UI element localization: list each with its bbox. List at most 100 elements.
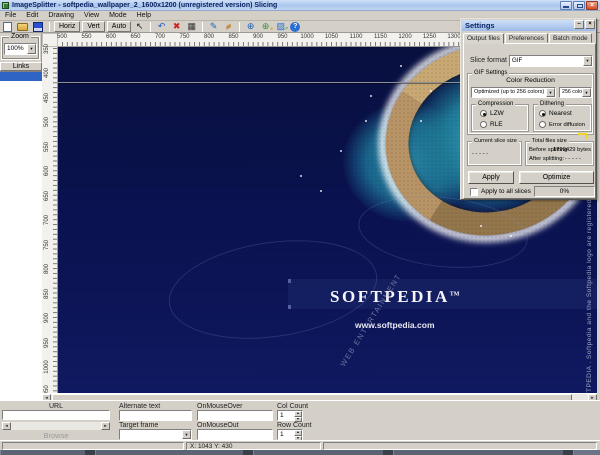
palette-select[interactable]: Optimized (up to 256 colors) ▼ <box>471 87 556 98</box>
links-selected-item[interactable] <box>0 72 42 81</box>
onmouseout-label: OnMouseOut <box>197 422 239 429</box>
chevron-down-icon[interactable]: ▼ <box>546 88 555 97</box>
chevron-down-icon[interactable]: ▼ <box>582 88 591 97</box>
scroll-left-icon[interactable]: ◄ <box>2 422 11 430</box>
compression-group: Compression LZW RLE <box>471 101 529 132</box>
title-bar[interactable]: ImageSplitter - softpedia_wallpaper_2_16… <box>0 0 600 11</box>
auto-split-button[interactable]: Auto <box>106 21 132 32</box>
boat-speck <box>510 235 512 237</box>
alternate-text-input[interactable] <box>119 410 192 421</box>
delete-slice-icon[interactable]: ✖ <box>169 21 184 32</box>
ruler-tick-700: 700 <box>44 215 50 226</box>
menu-item-file[interactable]: File <box>0 12 21 19</box>
chevron-down-icon[interactable]: ▼ <box>182 430 191 439</box>
radio-rle[interactable]: RLE <box>480 121 503 129</box>
zoom-select[interactable]: 100% ▼ <box>4 43 37 55</box>
horiz-split-button[interactable]: Horiz <box>54 21 81 32</box>
ruler-tick-400: 400 <box>44 68 50 79</box>
boat-speck <box>320 190 322 192</box>
radio-error-diffusion[interactable]: Error diffusion <box>539 121 585 129</box>
preview-export-icon[interactable]: ▨ ↗ <box>273 21 288 32</box>
zoom-group: Zoom 100% ▼ <box>1 33 40 60</box>
ruler-tick-600: 600 <box>44 166 50 177</box>
status-cell <box>2 442 184 450</box>
menu-item-view[interactable]: View <box>79 12 104 19</box>
tab-output-files[interactable]: Output files <box>463 33 504 44</box>
onmouseout-input[interactable] <box>197 429 273 440</box>
ruler-tick-550: 550 <box>44 141 50 152</box>
help-icon[interactable]: ? <box>290 21 301 32</box>
apply-all-checkbox[interactable] <box>470 188 478 196</box>
menu-item-drawing[interactable]: Drawing <box>43 12 79 19</box>
col-count-stepper[interactable]: 1 ▲ ▼ <box>277 410 303 422</box>
horizontal-scrollbar[interactable]: ◄ ► <box>42 393 597 401</box>
grid-icon[interactable]: ▦ <box>184 21 199 32</box>
slice-format-label: Slice format <box>470 57 507 64</box>
menu-item-mode[interactable]: Mode <box>104 12 132 19</box>
radio-icon <box>539 110 546 117</box>
undo-icon[interactable]: ↶ <box>154 21 169 32</box>
ruler-tick-1200: 1200 <box>398 34 412 40</box>
boat-speck <box>400 65 402 67</box>
taskbar-button[interactable] <box>95 450 243 455</box>
taskbar-button[interactable] <box>0 450 85 455</box>
slice-format-select[interactable]: GIF ▼ <box>509 55 593 67</box>
window-close-button[interactable]: × <box>586 1 598 10</box>
colors-count-select[interactable]: 256 colors ▼ <box>559 87 592 98</box>
window-minimize-button[interactable] <box>560 1 572 10</box>
tab-preferences[interactable]: Preferences <box>504 33 548 43</box>
window-restore-button[interactable] <box>573 1 585 10</box>
taskbar-button[interactable] <box>253 450 383 455</box>
links-list[interactable] <box>0 71 42 400</box>
slice-selection-marker <box>578 133 587 139</box>
menu-item-help[interactable]: Help <box>132 12 156 19</box>
toolbar-separator <box>239 21 241 32</box>
select-cursor-icon[interactable]: ↖ <box>132 21 147 32</box>
radio-lzw[interactable]: LZW <box>480 110 504 118</box>
new-file-icon[interactable] <box>3 21 12 32</box>
ruler-tick-900: 900 <box>252 34 263 40</box>
open-folder-icon[interactable] <box>17 23 28 31</box>
settings-close-button[interactable]: × <box>585 20 595 29</box>
tab-batch-mode[interactable]: Batch mode <box>548 33 592 43</box>
row-count-stepper[interactable]: 1 ▲ ▼ <box>277 429 303 441</box>
vert-split-button[interactable]: Vert <box>82 21 105 32</box>
color-reduction-label: Color Reduction <box>506 77 555 84</box>
chevron-down-icon[interactable]: ▼ <box>27 44 36 54</box>
url-scrollbar[interactable]: ◄ ► <box>2 422 110 430</box>
scroll-right-icon[interactable]: ► <box>101 422 110 430</box>
ruler-tick-1000: 1000 <box>44 360 50 374</box>
apply-button[interactable]: Apply <box>468 171 514 184</box>
settings-tabs: Output files Preferences Batch mode <box>463 33 593 44</box>
url-input[interactable] <box>2 410 110 420</box>
link-globe-icon[interactable]: ⊕ ● <box>258 21 273 32</box>
chevron-down-icon[interactable]: ▼ <box>583 56 592 66</box>
settings-minimize-button[interactable]: – <box>574 20 584 29</box>
ruler-tick-850: 850 <box>44 288 50 299</box>
onmouseover-input[interactable] <box>197 410 273 421</box>
ruler-tick-800: 800 <box>44 264 50 275</box>
taskbar-button[interactable] <box>393 450 563 455</box>
slice-properties-panel: URL ◄ ► Browse Alternate text Target fra… <box>0 400 600 441</box>
web-globe-icon[interactable]: ⊕ <box>243 21 258 32</box>
status-bar: X: 1043 Y: 430 <box>0 440 600 450</box>
target-frame-label: Target frame <box>119 422 159 429</box>
browse-button[interactable]: Browse <box>0 431 112 440</box>
ruler-tick-550: 550 <box>81 34 92 40</box>
url-label: URL <box>48 403 63 410</box>
links-header: Links <box>0 62 42 71</box>
radio-nearest[interactable]: Nearest <box>539 110 572 118</box>
preview-export-icon-badge: ↗ <box>284 26 289 32</box>
gif-settings-group: GIF Settings Color Reduction Optimized (… <box>467 70 594 135</box>
menu-item-edit[interactable]: Edit <box>21 12 43 19</box>
before-splitting-value: 1799429 bytes <box>552 147 591 153</box>
toolbar-separator <box>49 21 50 32</box>
save-icon[interactable] <box>33 21 43 32</box>
optimize-button[interactable]: Optimize <box>519 171 594 184</box>
edit-pencil-icon[interactable]: ✎ <box>206 21 221 32</box>
gif-settings-label: GIF Settings <box>472 70 510 76</box>
settings-title: Settings <box>465 21 495 30</box>
target-frame-select[interactable]: ▼ <box>119 429 192 440</box>
ruler-tick-1050: 1050 <box>324 34 339 40</box>
ruler-tick-850: 850 <box>228 34 239 40</box>
